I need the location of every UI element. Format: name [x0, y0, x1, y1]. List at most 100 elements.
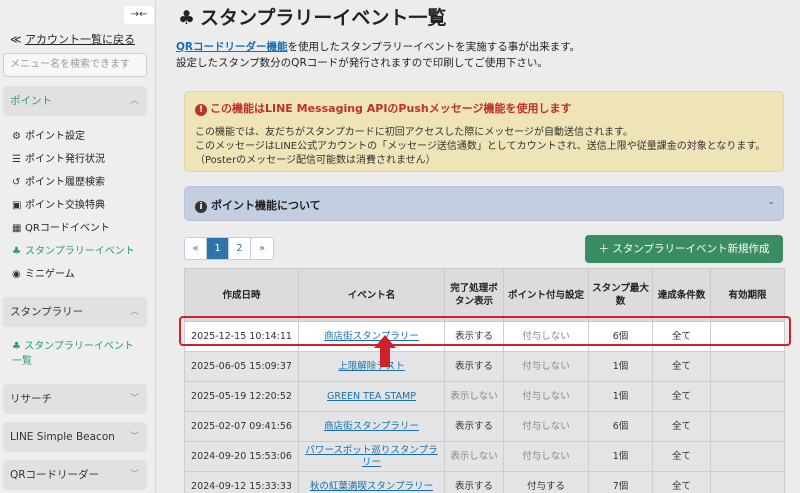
coins-icon: ☰	[12, 154, 21, 165]
alert-line: このメッセージはLINE公式アカウントの「メッセージ送信通数」としてカウントされ…	[195, 141, 766, 152]
column-point-grant[interactable]: ポイント付与設定	[503, 268, 589, 322]
section-stamp-rally[interactable]: スタンプラリー ︿	[3, 297, 147, 327]
event-name-link[interactable]: パワースポット巡りスタンプラリー	[305, 445, 437, 468]
cell-created-at: 2024-09-20 15:53:06	[184, 441, 299, 472]
sidebar: →← ≪ アカウント一覧に戻る メニュー名を検索できます ポイント ︿ ⚙ ポイン…	[0, 0, 156, 493]
menu-search-input[interactable]: メニュー名を検索できます	[3, 53, 147, 77]
column-expiry[interactable]: 有効期限	[710, 268, 785, 322]
alert-line: この機能では、友だちがスタンプカードに初回アクセスした際にメッセージが自動送信さ…	[195, 127, 633, 138]
column-stamp-max[interactable]: スタンプ最大数	[588, 268, 653, 322]
sidebar-item-mini-game[interactable]: ◉ ミニゲーム	[12, 265, 75, 280]
intro-line-1: QRコードリーダー機能を使用したスタンプラリーイベントを実施する事が出来ます。	[176, 39, 580, 54]
accordion-title-text: ポイント機能について	[211, 199, 321, 212]
cell-created-at: 2024-09-12 15:33:33	[184, 471, 299, 493]
section-label: LINE Simple Beacon	[10, 431, 115, 443]
sidebar-item-label: ポイント発行状況	[25, 154, 105, 165]
back-to-accounts-link[interactable]: ≪ アカウント一覧に戻る	[10, 31, 135, 47]
point-feature-accordion[interactable]: i ポイント機能について ⌄	[184, 186, 784, 221]
sidebar-item-label: ポイント設定	[25, 131, 85, 142]
sidebar-item-label: QRコードイベント	[25, 223, 110, 234]
back-link-label: アカウント一覧に戻る	[25, 33, 136, 46]
sidebar-item-qr-event[interactable]: ▦ QRコードイベント	[12, 219, 110, 234]
event-name-link[interactable]: 商店街スタンプラリー	[324, 421, 419, 432]
qr-reader-link[interactable]: QRコードリーダー機能	[176, 41, 288, 53]
cell-achievement-count: 全て	[652, 441, 711, 472]
column-achievement-count[interactable]: 達成条件数	[652, 268, 711, 322]
table-row[interactable]: 2025-05-19 12:20:52 GREEN TEA STAMP 表示しな…	[184, 381, 785, 412]
info-icon: i	[195, 201, 207, 213]
history-icon: ↺	[12, 177, 21, 188]
section-label: QRコードリーダー	[10, 469, 100, 481]
cell-stamp-max: 7個	[588, 471, 653, 493]
collapse-sidebar-button[interactable]: →←	[124, 6, 154, 24]
sidebar-item-point-history[interactable]: ↺ ポイント履歴検索	[12, 173, 105, 188]
cell-achievement-count: 全て	[652, 381, 711, 412]
page-1-button[interactable]: 1	[207, 238, 229, 259]
cell-complete-button: 表示しない	[444, 381, 504, 412]
event-name-link[interactable]: GREEN TEA STAMP	[327, 391, 416, 402]
sidebar-item-point-rewards[interactable]: ▣ ポイント交換特典	[12, 196, 105, 211]
cell-complete-button: 表示する	[444, 411, 504, 442]
table-row[interactable]: 2025-02-07 09:41:56 商店街スタンプラリー 表示する 付与しな…	[184, 411, 785, 442]
chevron-down-icon: ﹀	[129, 470, 139, 480]
page-last-button[interactable]: »	[251, 238, 273, 259]
gamepad-icon: ◉	[12, 269, 21, 280]
cell-event-name: 上限解除テスト	[298, 351, 445, 382]
column-complete-button[interactable]: 完了処理ボタン表示	[444, 268, 504, 322]
sidebar-item-label: スタンプラリーイベント	[25, 246, 135, 257]
section-point[interactable]: ポイント ︿	[3, 86, 147, 116]
chevron-down-icon: ⌄	[767, 197, 775, 207]
table-row[interactable]: 2024-09-12 15:33:33 秋の紅葉満喫スタンプラリー 表示する 付…	[184, 471, 785, 493]
cell-expiry	[710, 411, 785, 442]
alert-title: ! この機能はLINE Messaging APIのPushメッセージ機能を使用し…	[195, 100, 571, 116]
stamp-icon: ♣	[12, 341, 21, 352]
cell-expiry	[710, 441, 785, 472]
cell-expiry	[710, 381, 785, 412]
cell-point-grant: 付与しない	[503, 411, 589, 442]
section-label: リサーチ	[10, 393, 52, 405]
event-name-link[interactable]: 上限解除テスト	[338, 361, 405, 372]
section-research[interactable]: リサーチ ﹀	[3, 384, 147, 414]
sidebar-item-label: ミニゲーム	[25, 269, 75, 280]
highlight-box	[179, 316, 791, 346]
cell-created-at: 2025-02-07 09:41:56	[184, 411, 299, 442]
cell-complete-button: 表示する	[444, 471, 504, 493]
cell-complete-button: 表示しない	[444, 441, 504, 472]
page-2-button[interactable]: 2	[229, 238, 251, 259]
chevron-down-icon: ﹀	[129, 432, 139, 442]
cell-point-grant: 付与しない	[503, 381, 589, 412]
table-row[interactable]: 2024-09-20 15:53:06 パワースポット巡りスタンプラリー 表示し…	[184, 441, 785, 472]
intro-line-2: 設定したスタンプ数分のQRコードが発行されますので印刷してご使用下さい。	[176, 57, 548, 69]
alert-line: （Posterのメッセージ配信可能数は消費されません）	[195, 155, 436, 166]
event-name-link[interactable]: 秋の紅葉満喫スタンプラリー	[310, 481, 433, 492]
arrow-stem	[380, 347, 390, 367]
column-created-at[interactable]: 作成日時	[184, 268, 299, 322]
sidebar-item-label: ポイント履歴検索	[25, 177, 105, 188]
cell-stamp-max: 1個	[588, 381, 653, 412]
sidebar-item-stamp-rally-list[interactable]: ♣ スタンプラリーイベント一覧	[12, 339, 142, 369]
create-stamp-rally-button[interactable]: ＋ スタンプラリーイベント新規作成	[585, 235, 783, 263]
page-title: ♣ スタンプラリーイベント一覧	[178, 3, 446, 30]
qrcode-icon: ▦	[12, 223, 22, 234]
cell-event-name: パワースポット巡りスタンプラリー	[298, 441, 445, 472]
table-row[interactable]: 2025-06-05 15:09:37 上限解除テスト 表示する 付与しない 1…	[184, 351, 785, 382]
cell-achievement-count: 全て	[652, 351, 711, 382]
sidebar-item-point-settings[interactable]: ⚙ ポイント設定	[12, 127, 85, 142]
section-qr-reader[interactable]: QRコードリーダー ﹀	[3, 460, 147, 490]
sidebar-item-point-issue-status[interactable]: ☰ ポイント発行状況	[12, 150, 105, 165]
gear-icon: ⚙	[12, 131, 21, 142]
cell-stamp-max: 1個	[588, 351, 653, 382]
intro-text: を使用したスタンプラリーイベントを実施する事が出来ます。	[287, 41, 581, 53]
section-line-simple-beacon[interactable]: LINE Simple Beacon ﹀	[3, 422, 147, 452]
page-first-button[interactable]: «	[185, 238, 207, 259]
double-chevron-left-icon: ≪	[10, 33, 22, 46]
chevron-down-icon: ﹀	[129, 394, 139, 404]
column-event-name[interactable]: イベント名	[298, 268, 445, 322]
accordion-title: i ポイント機能について	[195, 197, 321, 213]
sidebar-item-label: ポイント交換特典	[25, 200, 105, 211]
sidebar-item-stamp-rally-event[interactable]: ♣ スタンプラリーイベント	[12, 242, 135, 257]
cell-event-name: 秋の紅葉満喫スタンプラリー	[298, 471, 445, 493]
exclamation-icon: !	[195, 104, 207, 116]
stamp-icon: ♣	[178, 7, 196, 29]
cell-point-grant: 付与しない	[503, 351, 589, 382]
